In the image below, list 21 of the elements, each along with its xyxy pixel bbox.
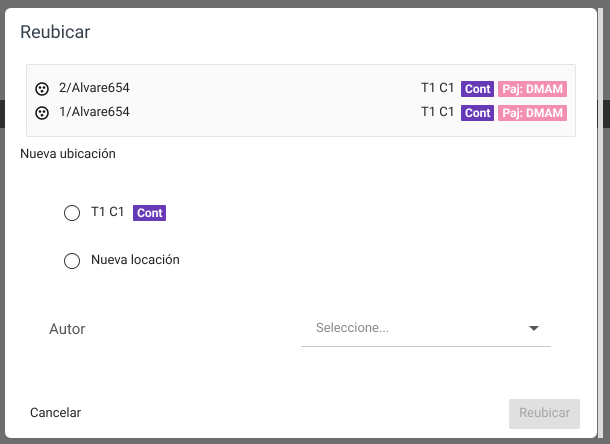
- cluster-icon: [35, 106, 49, 120]
- option-label: T1 C1: [91, 204, 126, 222]
- item-location: T1 C1: [420, 80, 456, 98]
- dropdown-caret-icon: [529, 326, 539, 331]
- author-select[interactable]: Seleccione...: [301, 311, 551, 347]
- item-name: 1/Alvare654: [59, 104, 131, 122]
- cancel-button[interactable]: Cancelar: [22, 399, 90, 429]
- dialog-title: Reubicar: [19, 21, 92, 45]
- author-label: Autor: [49, 318, 86, 340]
- radio-button[interactable]: [64, 253, 80, 269]
- tag-badge: Paj: DMAM: [498, 80, 567, 96]
- tag-badge: Paj: DMAM: [498, 104, 567, 120]
- tag-badge: Cont: [133, 205, 166, 221]
- option-label: Nueva locación: [91, 252, 180, 270]
- radio-button[interactable]: [64, 205, 80, 221]
- section-label: Nueva ubicación: [19, 147, 117, 163]
- item-location: T1 C1: [420, 104, 456, 122]
- item-name: 2/Alvare654: [59, 80, 131, 98]
- tag-badge: Cont: [461, 80, 494, 96]
- tag-badge: Cont: [461, 104, 494, 120]
- cluster-icon: [35, 82, 49, 96]
